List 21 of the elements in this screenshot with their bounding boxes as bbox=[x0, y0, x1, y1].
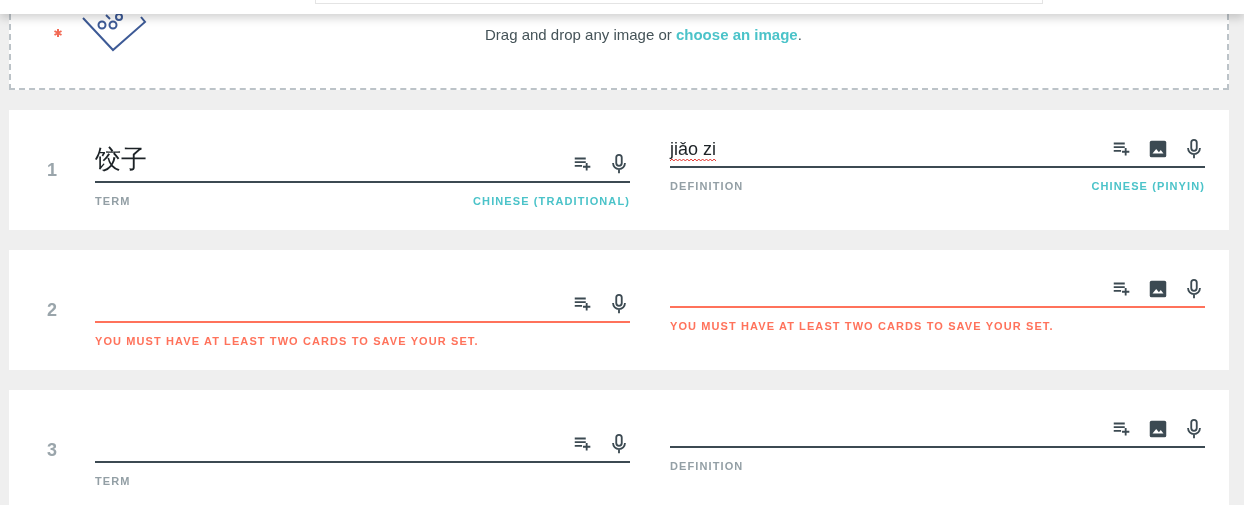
definition-field[interactable] bbox=[670, 276, 1205, 308]
term-text: 饺子 bbox=[95, 144, 147, 174]
image-icon[interactable] bbox=[1147, 138, 1169, 160]
term-field[interactable]: 饺子 bbox=[95, 138, 630, 183]
term-label: TERM bbox=[95, 474, 131, 489]
card-number: 3 bbox=[47, 438, 57, 462]
error-message: YOU MUST HAVE AT LEAST TWO CARDS TO SAVE YOUR SET. bbox=[95, 334, 479, 349]
card-number: 2 bbox=[47, 298, 57, 322]
definition-field[interactable] bbox=[670, 416, 1205, 448]
definition-label: DEFINITION bbox=[670, 459, 744, 474]
error-message: YOU MUST HAVE AT LEAST TWO CARDS TO SAVE YOUR SET. bbox=[670, 319, 1054, 334]
definition-field[interactable]: jiǎo zi bbox=[670, 136, 1205, 168]
term-label: TERM bbox=[95, 194, 131, 209]
definition-label: DEFINITION bbox=[670, 179, 744, 194]
image-icon[interactable] bbox=[1147, 418, 1169, 440]
image-icon[interactable] bbox=[1147, 278, 1169, 300]
asterisk-icon bbox=[53, 28, 63, 38]
card-number: 1 bbox=[47, 158, 57, 182]
definition-text: jiǎo zi bbox=[670, 139, 717, 159]
image-dropzone[interactable]: Drag and drop any image or choose an image. bbox=[9, 14, 1229, 90]
dropzone-prompt: Drag and drop any image or choose an image. bbox=[485, 25, 802, 45]
